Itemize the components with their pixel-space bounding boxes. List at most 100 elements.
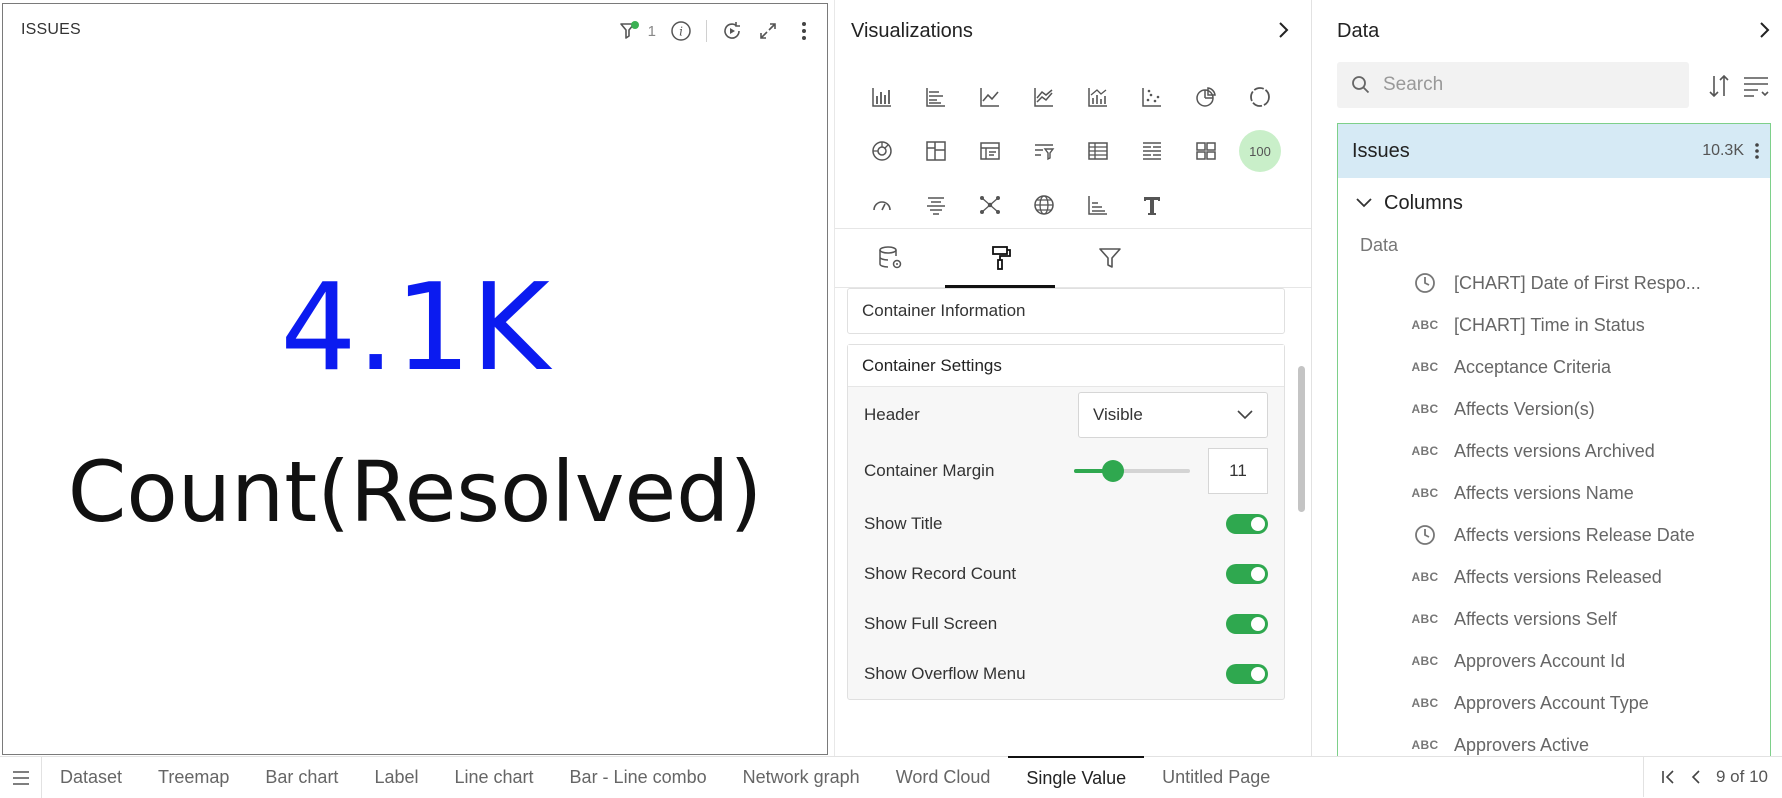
area-line-icon[interactable] [1017, 70, 1071, 124]
container-information-section[interactable]: Container Information [847, 288, 1285, 334]
filter-icon[interactable] [618, 20, 640, 42]
pivot-icon[interactable] [963, 124, 1017, 178]
widget-title: ISSUES [21, 21, 81, 38]
field-item[interactable]: ABC Acceptance Criteria [1338, 346, 1770, 388]
data-panel-title: Data [1337, 20, 1380, 42]
text-type-icon: ABC [1411, 444, 1439, 458]
field-item[interactable]: ABC Approvers Account Type [1338, 682, 1770, 724]
field-item[interactable]: [CHART] Date of First Respo... [1338, 262, 1770, 304]
text-icon[interactable] [1125, 178, 1179, 232]
text-type-icon: ABC [1411, 570, 1439, 584]
page-tab[interactable]: Dataset [42, 757, 140, 798]
funnel-icon [1099, 248, 1121, 268]
search-input[interactable]: Search [1337, 62, 1689, 108]
field-item[interactable]: ABC Approvers Active [1338, 724, 1770, 756]
first-page-icon[interactable] [1660, 769, 1676, 785]
columns-group[interactable]: Columns [1338, 178, 1770, 228]
toggle-switch[interactable] [1226, 514, 1268, 534]
crosstab-icon[interactable] [1125, 124, 1179, 178]
bar-line-combo-icon[interactable] [1071, 70, 1125, 124]
treemap-icon[interactable] [909, 124, 963, 178]
pages-menu-button[interactable] [0, 757, 42, 798]
page-tab[interactable]: Line chart [436, 757, 551, 798]
sunburst-icon[interactable] [855, 124, 909, 178]
header-select[interactable]: Visible [1078, 392, 1268, 438]
horizontal-bar-icon[interactable] [909, 70, 963, 124]
text-type-icon: ABC [1411, 654, 1439, 668]
slider-handle[interactable] [1102, 460, 1125, 482]
refresh-icon[interactable] [721, 20, 743, 42]
field-item[interactable]: ABC Approvers Account Id [1338, 640, 1770, 682]
single-value-widget[interactable]: ISSUES 1 i 4.1K Count(Resolved) [2, 3, 828, 755]
histogram-icon[interactable] [1071, 178, 1125, 232]
list-options-icon[interactable] [1741, 72, 1771, 100]
header-row: Header Visible [848, 387, 1284, 443]
panel-tabs [835, 228, 1311, 288]
list-filter-icon[interactable] [1017, 124, 1071, 178]
toggle-switch[interactable] [1226, 614, 1268, 634]
field-list: [CHART] Date of First Respo... ABC [CHART]… [1338, 262, 1770, 756]
container-margin-slider[interactable] [1074, 460, 1190, 482]
toggle-label: Show Full Screen [864, 614, 998, 633]
visualization-types: 100 [855, 70, 1295, 232]
page-tab[interactable]: Bar chart [247, 757, 356, 798]
page-tab[interactable]: Label [356, 757, 436, 798]
dataset-header[interactable]: Issues 10.3K [1338, 124, 1770, 178]
single-value-icon[interactable]: 100 [1233, 124, 1287, 178]
field-group-label: Data [1360, 234, 1399, 255]
more-icon[interactable] [1754, 142, 1760, 160]
chevron-down-icon [1237, 410, 1253, 420]
map-icon[interactable] [1017, 178, 1071, 232]
field-item[interactable]: ABC Affects versions Self [1338, 598, 1770, 640]
format-panel-scrollbar[interactable] [1298, 366, 1305, 512]
container-margin-control: 11 [1074, 448, 1268, 494]
svg-text:i: i [679, 25, 683, 39]
field-name: Approvers Account Type [1454, 692, 1649, 713]
toggle-knob [1251, 567, 1265, 581]
bar-chart-icon[interactable] [855, 70, 909, 124]
field-item[interactable]: Affects versions Release Date [1338, 514, 1770, 556]
header-select-value: Visible [1093, 405, 1143, 424]
table-icon[interactable] [1071, 124, 1125, 178]
field-item[interactable]: ABC Affects versions Name [1338, 472, 1770, 514]
word-cloud-icon[interactable] [909, 178, 963, 232]
field-item[interactable]: ABC [CHART] Time in Status [1338, 304, 1770, 346]
data-tab[interactable] [835, 229, 945, 287]
sort-icon[interactable] [1705, 72, 1733, 100]
line-chart-icon[interactable] [963, 70, 1017, 124]
donut-icon[interactable] [1233, 70, 1287, 124]
page-tab[interactable]: Untitled Page [1144, 757, 1288, 798]
toggle-switch[interactable] [1226, 664, 1268, 684]
scatter-icon[interactable] [1125, 70, 1179, 124]
field-item[interactable]: ABC Affects versions Archived [1338, 430, 1770, 472]
more-icon[interactable] [793, 20, 815, 42]
field-name: Affects versions Release Date [1454, 524, 1695, 545]
page-tab[interactable]: Network graph [725, 757, 878, 798]
gauge-icon[interactable] [855, 178, 909, 232]
text-type-icon: ABC [1411, 318, 1439, 332]
toggle-switch[interactable] [1226, 564, 1268, 584]
expand-icon[interactable] [757, 20, 779, 42]
container-margin-input[interactable]: 11 [1208, 448, 1268, 494]
page-tab[interactable]: Treemap [140, 757, 247, 798]
previous-page-icon[interactable] [1690, 769, 1702, 785]
page-tab[interactable]: Word Cloud [878, 757, 1009, 798]
field-item[interactable]: ABC Affects Version(s) [1338, 388, 1770, 430]
field-item[interactable]: ABC Affects versions Released [1338, 556, 1770, 598]
format-tab[interactable] [945, 229, 1055, 288]
page-tab[interactable]: Single Value [1008, 756, 1145, 798]
field-name: Approvers Active [1454, 734, 1590, 755]
section-title[interactable]: Container Settings [848, 345, 1284, 387]
widget-toolbar: 1 i [618, 18, 815, 44]
pie-chart-icon[interactable] [1179, 70, 1233, 124]
page-tab[interactable]: Bar - Line combo [552, 757, 725, 798]
chevron-right-icon[interactable] [1754, 20, 1774, 40]
search-placeholder: Search [1383, 74, 1444, 95]
hamburger-icon [12, 770, 29, 785]
info-icon[interactable]: i [670, 20, 692, 42]
grid-icon[interactable] [1179, 124, 1233, 178]
filter-tab[interactable] [1055, 229, 1165, 287]
text-type-icon: ABC [1411, 360, 1439, 374]
network-graph-icon[interactable] [963, 178, 1017, 232]
chevron-right-icon[interactable] [1273, 20, 1293, 40]
